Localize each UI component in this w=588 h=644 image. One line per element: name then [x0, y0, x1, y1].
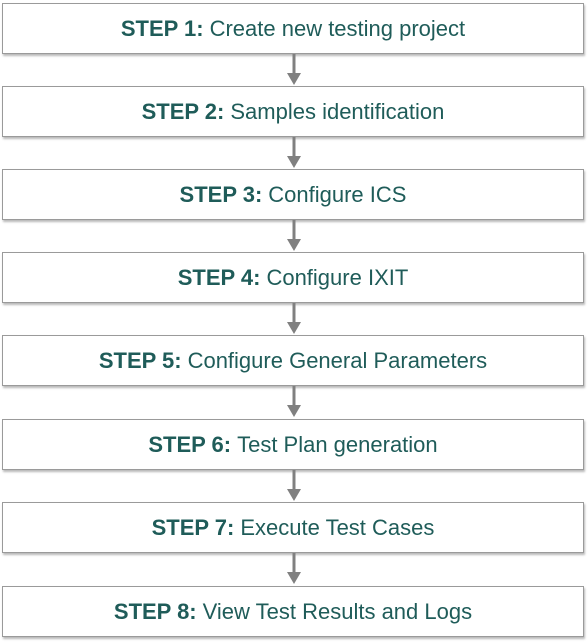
step-8-label: View Test Results and Logs: [202, 598, 473, 624]
step-1-box: STEP 1: Create new testing project: [2, 3, 584, 54]
step-7-box: STEP 7: Execute Test Cases: [2, 502, 584, 553]
step-8-number: STEP 8:: [113, 598, 197, 624]
step-3-number: STEP 3:: [179, 181, 263, 207]
step-1-label: Create new testing project: [209, 15, 466, 41]
step-7-label: Execute Test Cases: [240, 514, 435, 540]
step-4-label: Configure IXIT: [266, 264, 409, 290]
step-6-number: STEP 6:: [148, 431, 232, 457]
step-5-label: Configure General Parameters: [187, 347, 488, 373]
step-4-box: STEP 4: Configure IXIT: [2, 252, 584, 303]
workflow-diagram: STEP 1: Create new testing project STEP …: [0, 0, 588, 644]
arrow-down-icon: [287, 470, 301, 501]
step-7-number: STEP 7:: [151, 514, 235, 540]
step-6-box: STEP 6: Test Plan generation: [2, 419, 584, 470]
step-1-number: STEP 1:: [120, 15, 204, 41]
arrow-down-icon: [287, 553, 301, 584]
step-5-number: STEP 5:: [98, 347, 182, 373]
step-2-box: STEP 2: Samples identification: [2, 86, 584, 137]
arrow-down-icon: [287, 303, 301, 334]
step-2-number: STEP 2:: [141, 98, 225, 124]
arrow-down-icon: [287, 220, 301, 251]
step-3-box: STEP 3: Configure ICS: [2, 169, 584, 220]
arrow-down-icon: [287, 386, 301, 417]
step-4-number: STEP 4:: [177, 264, 261, 290]
arrow-down-icon: [287, 137, 301, 168]
step-5-box: STEP 5: Configure General Parameters: [2, 335, 584, 386]
step-3-label: Configure ICS: [268, 181, 407, 207]
step-6-label: Test Plan generation: [237, 431, 438, 457]
step-2-label: Samples identification: [230, 98, 445, 124]
step-8-box: STEP 8: View Test Results and Logs: [2, 586, 584, 637]
arrow-down-icon: [287, 54, 301, 85]
